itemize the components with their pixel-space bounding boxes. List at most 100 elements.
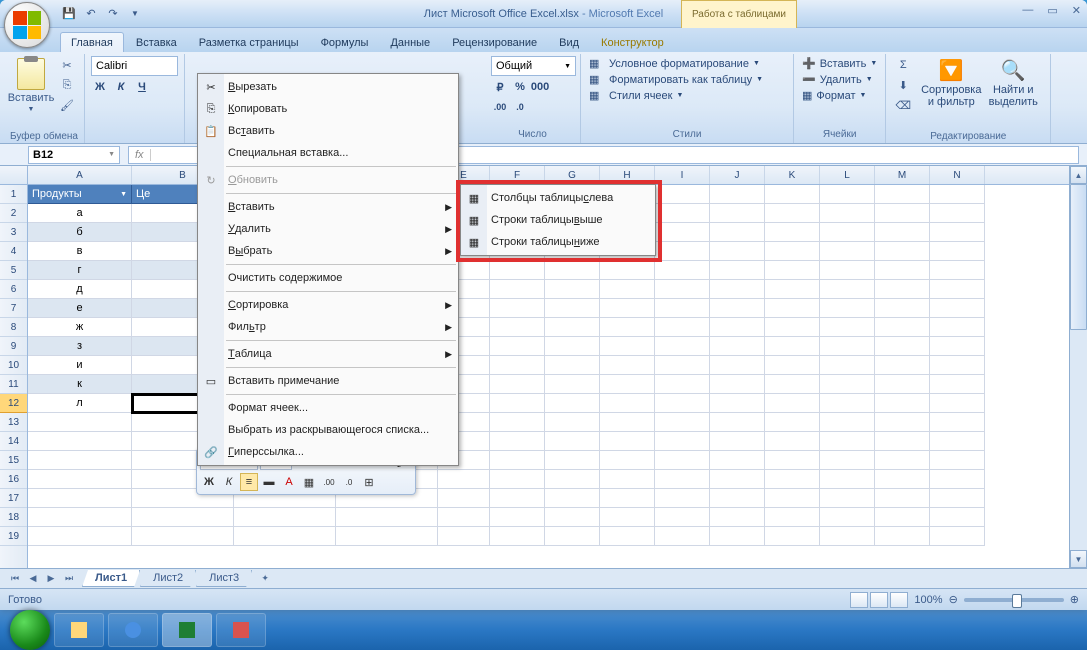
conditional-formatting-button[interactable]: ▦Условное форматирование ▼ [587,56,787,71]
cell[interactable] [875,318,930,337]
row-header[interactable]: 18 [0,508,27,527]
menu-item[interactable]: 📋Вставить [198,120,458,142]
cell[interactable] [765,432,820,451]
cell[interactable] [490,299,545,318]
percent-icon[interactable]: % [511,78,529,96]
tab-вставка[interactable]: Вставка [126,33,187,52]
cell[interactable] [710,318,765,337]
cell[interactable] [710,242,765,261]
menu-item[interactable]: 🔗Гиперссылка... [198,441,458,463]
cell[interactable] [490,451,545,470]
cell[interactable] [600,489,655,508]
cell[interactable] [490,356,545,375]
menu-item[interactable]: Выбрать из раскрывающегося списка... [198,419,458,441]
cell[interactable] [930,527,985,546]
cell[interactable] [655,527,710,546]
cell[interactable] [545,527,600,546]
zoom-out-icon[interactable]: ⊖ [949,593,958,606]
delete-cells-button[interactable]: ➖Удалить ▼ [800,72,879,87]
decrease-decimal-icon[interactable]: .0 [511,98,529,116]
cell[interactable] [875,394,930,413]
cell[interactable] [820,318,875,337]
cell[interactable] [490,489,545,508]
cell[interactable] [132,527,234,546]
taskbar-explorer-icon[interactable] [54,613,104,647]
col-header[interactable]: I [655,166,710,184]
cell[interactable] [545,489,600,508]
start-button[interactable] [10,610,50,650]
cell[interactable] [930,223,985,242]
cell[interactable] [875,185,930,204]
qat-dropdown-icon[interactable]: ▼ [126,5,144,23]
sheet-tab[interactable]: Лист1 [82,570,140,587]
tab-формулы[interactable]: Формулы [311,33,379,52]
vertical-scrollbar[interactable]: ▲ ▼ [1069,166,1087,568]
cut-icon[interactable]: ✂ [56,56,78,74]
col-header[interactable]: J [710,166,765,184]
cell[interactable]: д [28,280,132,299]
cell[interactable] [875,280,930,299]
cell[interactable] [655,413,710,432]
cell[interactable] [490,280,545,299]
menu-item[interactable]: Специальная вставка... [198,142,458,164]
cell-styles-button[interactable]: ▦Стили ячеек ▼ [587,88,787,103]
increase-decimal-icon[interactable]: .00 [491,98,509,116]
row-header[interactable]: 14 [0,432,27,451]
cell[interactable] [710,375,765,394]
cell[interactable] [600,527,655,546]
cell[interactable] [930,413,985,432]
cell[interactable]: з [28,337,132,356]
cell[interactable] [490,318,545,337]
scroll-up-icon[interactable]: ▲ [1070,166,1087,184]
row-header[interactable]: 4 [0,242,27,261]
cell[interactable] [545,337,600,356]
cell[interactable] [655,223,710,242]
cell[interactable] [820,299,875,318]
new-sheet-icon[interactable]: ✦ [256,571,274,587]
cell[interactable] [930,470,985,489]
clear-icon[interactable]: ⌫ [892,96,914,114]
cell[interactable] [875,470,930,489]
col-header[interactable]: L [820,166,875,184]
sheet-nav-first-icon[interactable]: ⏮ [6,571,24,587]
cell[interactable] [490,432,545,451]
cell[interactable] [820,432,875,451]
mini-dec-dec-icon[interactable]: .0 [340,473,358,491]
col-header[interactable]: K [765,166,820,184]
cell[interactable] [655,432,710,451]
cell[interactable] [600,280,655,299]
cell[interactable] [545,451,600,470]
cell[interactable] [820,223,875,242]
cell[interactable]: е [28,299,132,318]
cell[interactable] [765,185,820,204]
cell[interactable] [930,356,985,375]
cell[interactable] [28,527,132,546]
cell[interactable] [438,470,490,489]
cell[interactable] [820,413,875,432]
cell[interactable] [655,394,710,413]
row-header[interactable]: 9 [0,337,27,356]
cell[interactable] [655,508,710,527]
menu-item[interactable]: Выбрать▶ [198,240,458,262]
cell[interactable] [930,318,985,337]
tab-рецензирование[interactable]: Рецензирование [442,33,547,52]
cell[interactable] [545,508,600,527]
cell[interactable] [820,489,875,508]
cell[interactable] [765,508,820,527]
cell[interactable] [655,299,710,318]
cell[interactable] [930,337,985,356]
copy-icon[interactable]: ⎘ [56,76,78,94]
cell[interactable] [600,337,655,356]
cell[interactable] [875,508,930,527]
save-icon[interactable]: 💾 [60,5,78,23]
cell[interactable] [490,337,545,356]
scroll-thumb[interactable] [1070,184,1087,330]
menu-item[interactable]: Удалить▶ [198,218,458,240]
bold-button[interactable]: Ж [91,78,109,96]
menu-item[interactable]: Таблица▶ [198,343,458,365]
mini-bold-icon[interactable]: Ж [200,473,218,491]
menu-item[interactable]: Сортировка▶ [198,294,458,316]
find-select-button[interactable]: 🔍 Найти и выделить [982,56,1044,141]
cell[interactable]: к [28,375,132,394]
sheet-tab[interactable]: Лист3 [196,570,252,587]
